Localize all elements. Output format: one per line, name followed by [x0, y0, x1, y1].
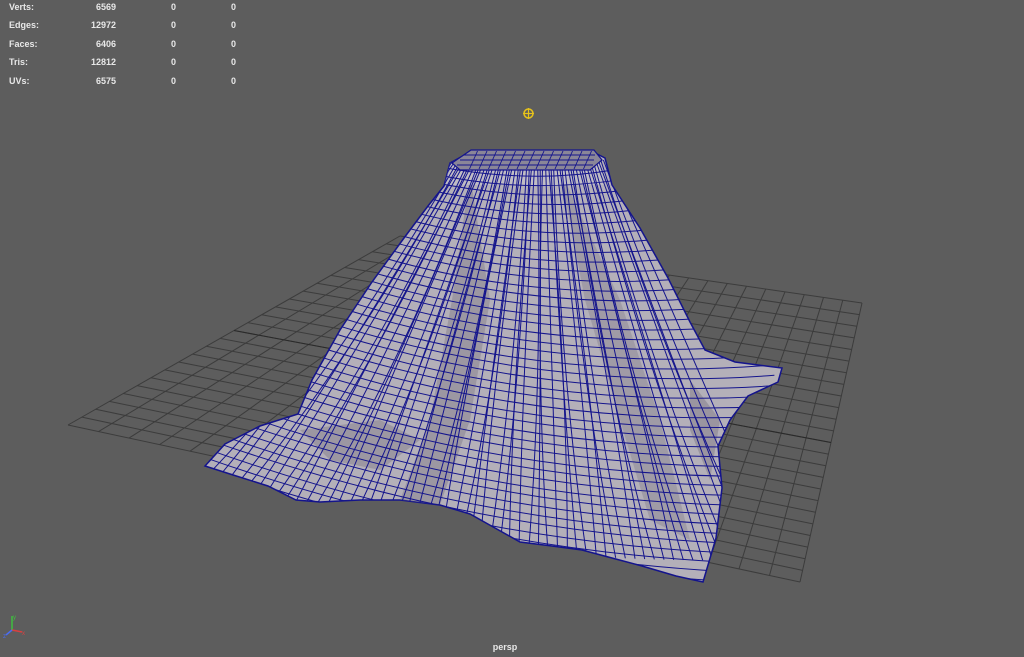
hud-label: Faces:: [9, 38, 38, 49]
scene-canvas[interactable]: [0, 0, 1024, 657]
pivot-crosshair-icon[interactable]: [522, 107, 535, 120]
hud-value: 12812: [90, 57, 116, 68]
hud-label: UVs:: [9, 75, 30, 86]
hud-row-edges: Edges: 12972 0 0: [0, 18, 245, 36]
hud-value: 0: [230, 38, 236, 49]
hud-label: Verts:: [9, 2, 35, 12]
hud-value: 0: [230, 75, 236, 86]
hud-row-uvs: UVs: 6575 0 0: [0, 74, 245, 92]
hud-value: 12972: [90, 20, 116, 31]
hud-value: 6575: [95, 75, 116, 86]
hud-row-tris: Tris: 12812 0 0: [0, 55, 245, 73]
hud-value: 6406: [95, 38, 116, 49]
hud-row-verts: Verts: 6569 0 0: [0, 0, 245, 18]
svg-text:x: x: [22, 631, 25, 637]
svg-text:y: y: [13, 615, 16, 621]
hud-value: 0: [230, 20, 236, 31]
perspective-viewport[interactable]: Verts: 6569 0 0 Edges: 12972 0 0 Faces: 6406 0 0 Tri…: [0, 0, 1024, 657]
hud-value: 0: [170, 38, 176, 49]
hud-value: 0: [170, 57, 176, 68]
hud-label: Tris:: [9, 57, 29, 68]
cloth-mesh[interactable]: [137, 149, 957, 613]
hud-row-faces: Faces: 6406 0 0: [0, 37, 245, 55]
hud-value: 0: [230, 2, 236, 12]
hud-value: 6569: [95, 2, 116, 12]
poly-count-hud: Verts: 6569 0 0 Edges: 12972 0 0 Faces: 6406 0 0 Tri…: [0, 0, 245, 92]
camera-name-label: persp: [492, 642, 518, 652]
svg-text:z: z: [3, 634, 6, 638]
hud-value: 0: [230, 57, 236, 68]
axis-gizmo-icon: y x z: [3, 615, 25, 638]
hud-value: 0: [170, 2, 176, 12]
hud-label: Edges:: [9, 20, 40, 31]
hud-value: 0: [170, 75, 176, 86]
hud-value: 0: [170, 20, 176, 31]
